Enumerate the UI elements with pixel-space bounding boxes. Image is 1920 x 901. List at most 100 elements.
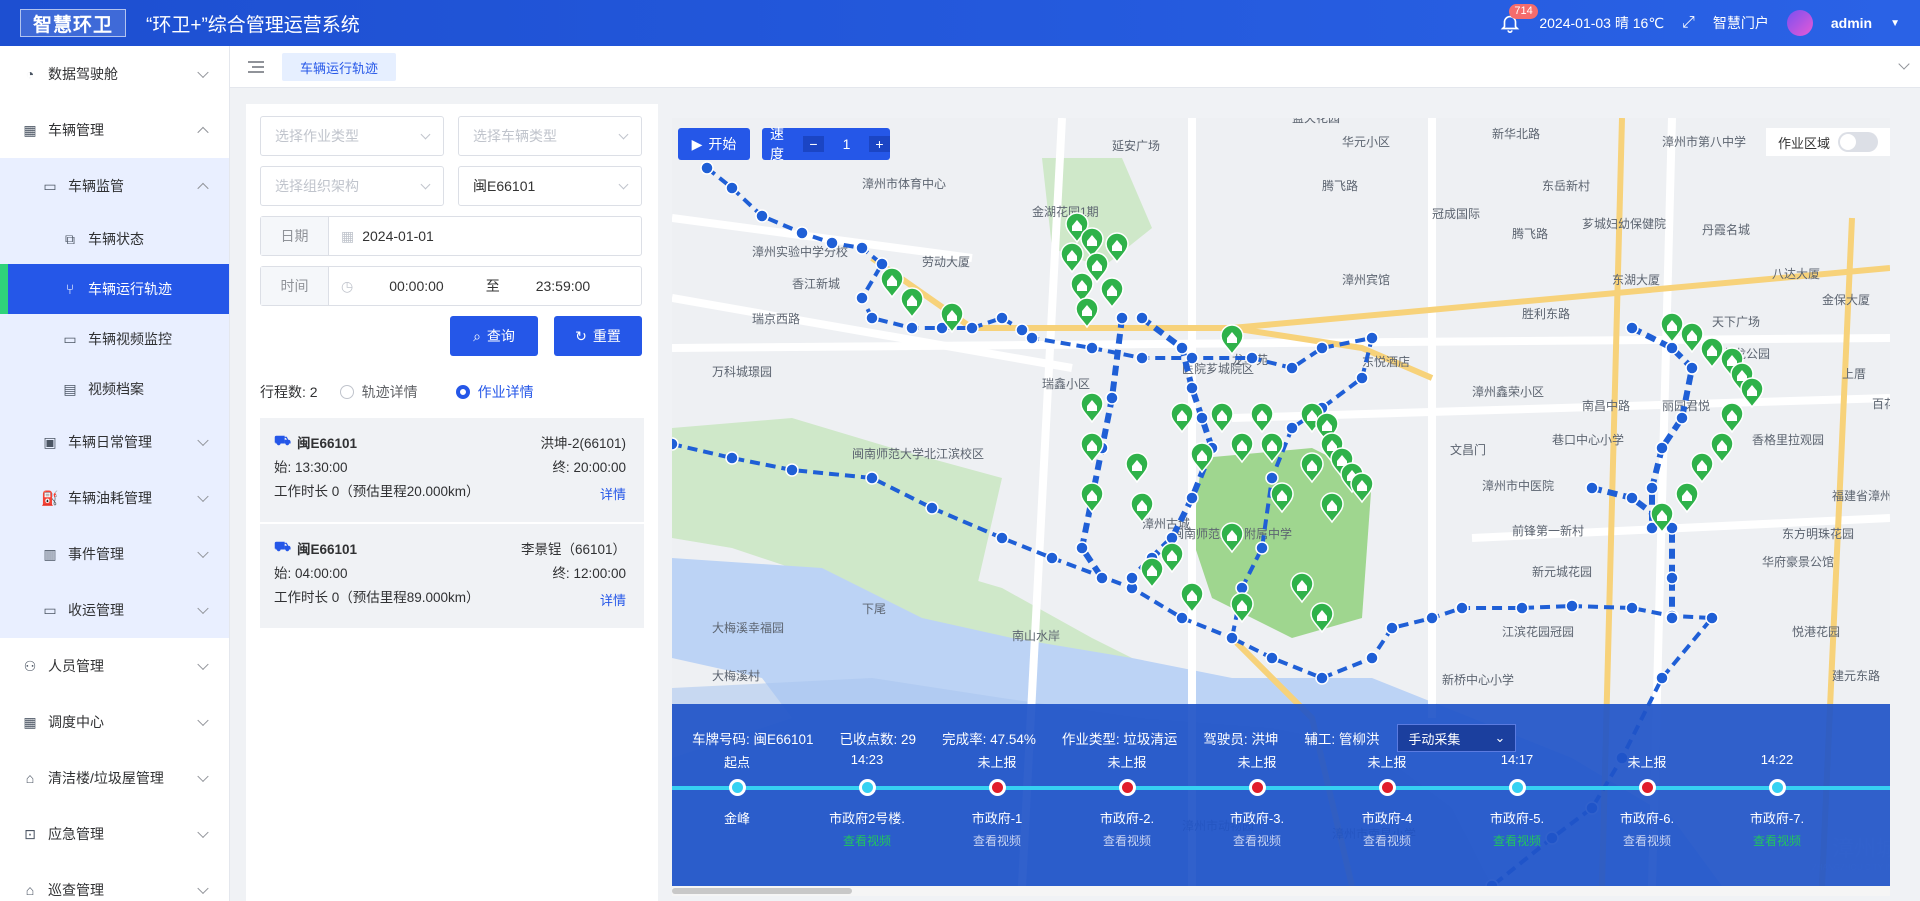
sidebar-item-fuel[interactable]: ⛽ 车辆油耗管理 [0, 470, 229, 526]
sidebar-item-inspection[interactable]: ⌂ 巡查管理 [0, 862, 229, 901]
radio-track-detail[interactable]: 轨迹详情 [339, 382, 418, 402]
speed-minus-button[interactable]: − [802, 136, 825, 152]
map-label: 瑞鑫小区 [1042, 376, 1090, 391]
trip-detail-link[interactable]: 详情 [600, 484, 626, 503]
stop-dot[interactable] [989, 779, 1006, 796]
org-select[interactable]: 选择组织架构 [260, 166, 444, 206]
avatar[interactable] [1786, 10, 1813, 36]
play-icon: ▶ [691, 135, 703, 152]
trip-detail-link[interactable]: 详情 [600, 590, 626, 609]
query-button[interactable]: ⌕ 查询 [450, 316, 538, 356]
user-menu-chevron-icon[interactable]: ▼ [1890, 18, 1900, 29]
map-label: 新元城花园 [1532, 564, 1592, 579]
route-point [855, 241, 869, 255]
sidebar-item-collection[interactable]: ▭ 收运管理 [0, 582, 229, 638]
route-point [795, 226, 809, 240]
area-switch[interactable] [1838, 132, 1878, 152]
route-point [965, 321, 979, 335]
sidebar-item-cleaning-building[interactable]: ⌂ 清洁楼/垃圾屋管理 [0, 750, 229, 806]
stop-dot[interactable] [1379, 779, 1396, 796]
stop-dot[interactable] [1509, 779, 1526, 796]
view-video-link[interactable]: 查看视频 [1712, 832, 1842, 849]
view-video-link[interactable]: 查看视频 [1452, 832, 1582, 849]
speed-control: 速度 − 1 + [762, 126, 890, 162]
trip-end: 终: 12:00:00 [552, 566, 626, 581]
stop-dot[interactable] [1639, 779, 1656, 796]
play-start-button[interactable]: ▶ 开始 [678, 128, 750, 160]
sidebar-item-data-cockpit[interactable]: ◔ 数据驾驶舱 [0, 46, 229, 102]
chevron-down-icon [197, 658, 209, 671]
route-point [925, 501, 939, 515]
map-horizontal-scrollbar[interactable] [672, 886, 1890, 896]
work-area-toggle[interactable]: 作业区域 [1765, 128, 1890, 156]
sidebar-item-video-archive[interactable]: ▤ 视频档案 [0, 364, 229, 414]
view-video-link[interactable]: 查看视频 [1582, 832, 1712, 849]
sidebar-item-emergency[interactable]: ⊡ 应急管理 [0, 806, 229, 862]
chevron-down-icon [197, 602, 209, 615]
route-point [1175, 341, 1189, 355]
vehicle-type-select[interactable]: 选择车辆类型 [458, 116, 642, 156]
stop-dot[interactable] [1119, 779, 1136, 796]
view-video-link[interactable]: 查看视频 [1192, 832, 1322, 849]
sidebar-item-vehicle-supervision[interactable]: ▭ 车辆监管 [0, 158, 229, 214]
view-video-link[interactable]: 查看视频 [1062, 832, 1192, 849]
map-label: 漳州鑫荣小区 [1472, 384, 1544, 399]
collection-mode-select[interactable]: 手动采集 ⌄ [1397, 724, 1517, 752]
map-label: 万科城璟园 [712, 365, 772, 379]
stop-dot[interactable] [859, 779, 876, 796]
sidebar-item-dispatch[interactable]: ▦ 调度中心 [0, 694, 229, 750]
tabs-dropdown-icon[interactable] [1898, 58, 1910, 70]
speed-value: 1 [842, 136, 851, 152]
radio-work-detail[interactable]: 作业详情 [455, 382, 534, 402]
sidebar-item-personnel[interactable]: ⚇ 人员管理 [0, 638, 229, 694]
time-range-picker[interactable]: 时间 ◷ 00:00:00 至 23:59:00 [260, 266, 642, 306]
work-type-select[interactable]: 选择作业类型 [260, 116, 444, 156]
sidebar-item-vehicle-management[interactable]: ▦ 车辆管理 [0, 102, 229, 158]
sidebar-item-vehicle-video[interactable]: ▭ 车辆视频监控 [0, 314, 229, 364]
map-label: 南昌中路 [1582, 398, 1630, 413]
route-point [1195, 411, 1209, 425]
map-label: 劳动大厦 [922, 255, 970, 269]
date-picker[interactable]: 日期 ▦ 2024-01-01 [260, 216, 642, 256]
reset-button[interactable]: ↻ 重置 [554, 316, 642, 356]
map-label: 香格里拉观园 [1752, 432, 1824, 447]
view-video-link[interactable]: 查看视频 [932, 832, 1062, 849]
app-logo[interactable]: 智慧环卫 [20, 9, 127, 37]
sidebar-item-vehicle-status[interactable]: ⧉ 车辆状态 [0, 214, 229, 264]
view-video-link[interactable]: 查 [1842, 832, 1890, 849]
route-point [1285, 361, 1299, 375]
stop-time: 14:22 [1760, 752, 1794, 767]
time-start[interactable]: 00:00:00 [389, 278, 444, 294]
notification-bell-icon[interactable]: 714 [1499, 4, 1538, 34]
trip-card[interactable]: ⛟ 闽E66101 李景锃（66101） 始: 04:00:00 终: 12:00… [260, 524, 644, 628]
view-video-link[interactable]: 查看视频 [1322, 832, 1452, 849]
fullscreen-icon[interactable]: ⤢ [1682, 14, 1695, 32]
stop-dot[interactable] [1249, 779, 1266, 796]
sidebar-item-vehicle-track[interactable]: ⑂ 车辆运行轨迹 [0, 264, 229, 314]
track-map[interactable]: 芝山公园延安广场华元小区漳州市第八中学漳州市体育中心金湖花园1期腾飞路东岳新村漳… [672, 118, 1890, 886]
map-label: 瑞京西路 [752, 311, 800, 326]
monitor-icon: ▭ [43, 177, 57, 194]
speed-plus-button[interactable]: + [868, 136, 890, 152]
map-label: 文昌门 [1450, 442, 1486, 457]
route-point [1515, 601, 1529, 615]
map-label: 新华北路 [1492, 126, 1540, 141]
time-end[interactable]: 23:59:00 [536, 278, 591, 294]
trip-card[interactable]: ⛟ 闽E66101 洪坤-2(66101) 始: 13:30:00 终: 20:0… [260, 418, 644, 522]
route-point [1675, 411, 1689, 425]
portal-link[interactable]: 智慧门户 [1713, 13, 1769, 33]
route-point [1355, 371, 1369, 385]
sidebar-item-vehicle-daily[interactable]: ▣ 车辆日常管理 [0, 414, 229, 470]
sidebar-item-events[interactable]: ▥ 事件管理 [0, 526, 229, 582]
stop-dot[interactable] [729, 779, 746, 796]
username[interactable]: admin [1831, 15, 1872, 31]
date-value: 2024-01-01 [362, 228, 434, 244]
tab-vehicle-track[interactable]: 车辆运行轨迹 [282, 53, 397, 81]
chevron-down-icon [197, 434, 209, 447]
map-label: 建元东路 [1832, 668, 1880, 683]
menu-toggle-icon[interactable] [248, 61, 264, 73]
stop-time: 未上报 [1367, 755, 1407, 770]
view-video-link[interactable]: 查看视频 [802, 832, 932, 849]
plate-select[interactable]: 闽E66101 [458, 166, 642, 206]
stop-dot[interactable] [1769, 779, 1786, 796]
